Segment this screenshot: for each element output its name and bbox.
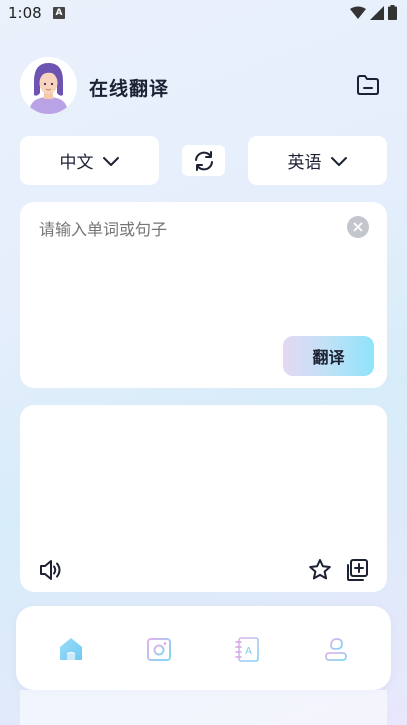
- bottom-nav: A: [16, 606, 391, 690]
- svg-text:A: A: [245, 646, 252, 657]
- nav-profile[interactable]: [321, 634, 351, 664]
- profile-icon: [325, 638, 347, 661]
- status-bar: 1:08 A: [0, 0, 407, 30]
- source-language-label: 中文: [59, 153, 94, 173]
- app-title: 在线翻译: [89, 78, 170, 100]
- nav-home[interactable]: [56, 634, 86, 664]
- status-icons: [350, 5, 397, 20]
- target-language-label: 英语: [287, 153, 322, 173]
- bottom-strip: [20, 690, 387, 725]
- chevron-down-icon: [330, 156, 347, 166]
- folder-button[interactable]: [355, 72, 381, 98]
- source-text-input[interactable]: [39, 220, 339, 239]
- avatar[interactable]: [20, 57, 77, 114]
- camera-icon: [147, 638, 171, 661]
- copy-button[interactable]: [344, 557, 370, 583]
- close-icon: [353, 222, 363, 232]
- notification-icon: A: [53, 7, 65, 19]
- target-language-select[interactable]: 英语: [248, 136, 387, 185]
- star-icon: [309, 559, 331, 580]
- status-time: 1:08: [8, 4, 42, 22]
- favorite-button[interactable]: [307, 557, 333, 583]
- output-card: [20, 405, 387, 592]
- signal-icon: [370, 5, 384, 20]
- battery-icon: [388, 5, 397, 20]
- home-icon: [60, 638, 82, 660]
- dictionary-icon: A: [235, 637, 259, 662]
- clear-input-button[interactable]: [347, 216, 369, 238]
- copy-add-icon: [347, 559, 368, 581]
- source-language-select[interactable]: 中文: [20, 136, 159, 185]
- avatar-girl-icon: [20, 57, 77, 114]
- chevron-down-icon: [102, 156, 119, 166]
- swap-languages-button[interactable]: [182, 145, 225, 176]
- nav-dictionary[interactable]: A: [232, 634, 262, 664]
- input-card: 翻译: [20, 202, 387, 388]
- translate-button[interactable]: 翻译: [283, 336, 374, 376]
- swap-icon: [194, 150, 213, 171]
- wifi-icon: [350, 6, 366, 19]
- speaker-icon: [40, 560, 61, 580]
- folder-icon: [357, 75, 379, 95]
- nav-camera[interactable]: [144, 634, 174, 664]
- speaker-button[interactable]: [38, 557, 64, 583]
